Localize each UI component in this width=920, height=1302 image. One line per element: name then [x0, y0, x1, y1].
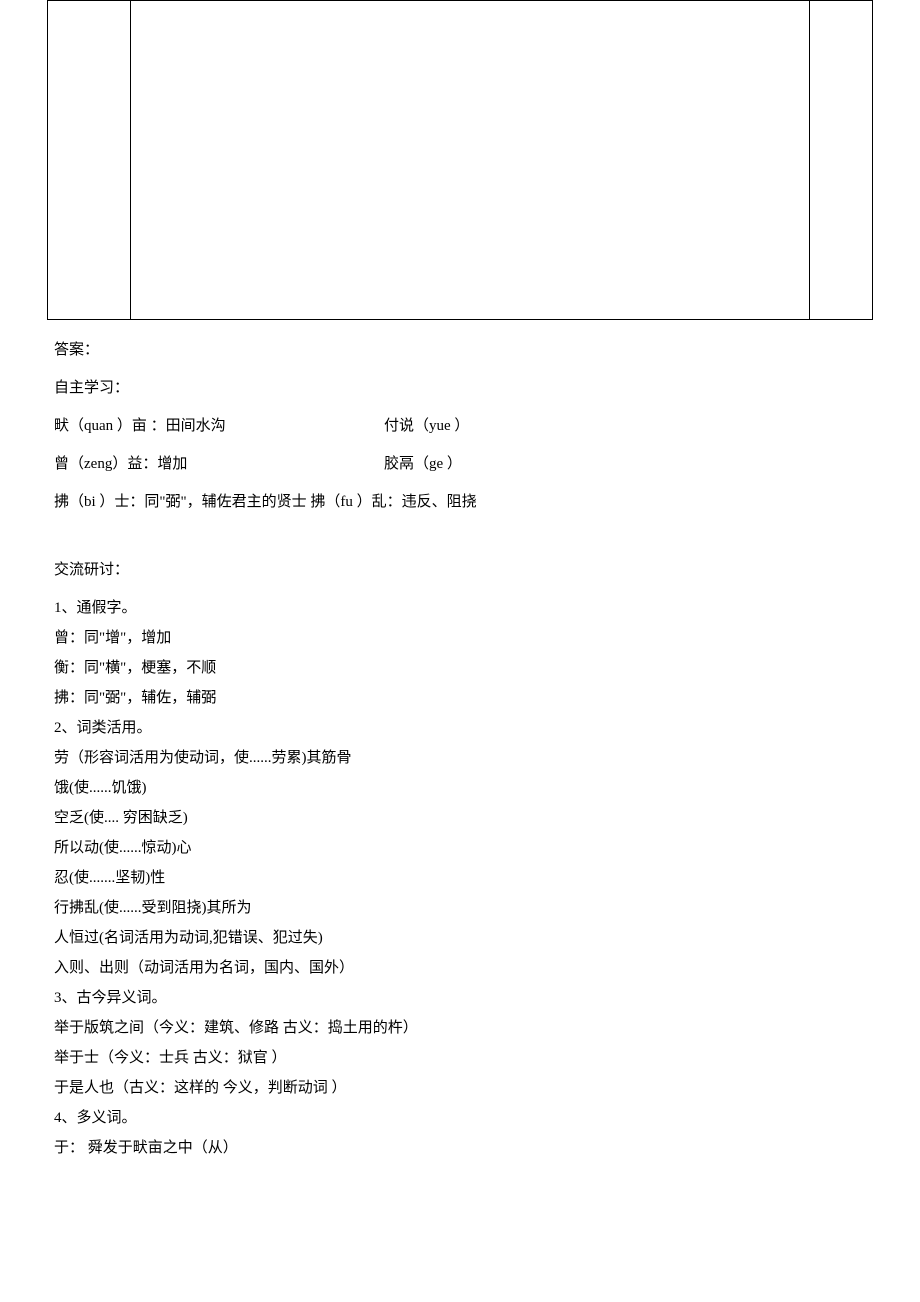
sec2-l3: 空乏(使.... 穷困缺乏): [54, 806, 866, 830]
sec2-l6: 行拂乱(使......受到阻挠)其所为: [54, 896, 866, 920]
sec2-l7: 人恒过(名词活用为动词,犯错误、犯过失): [54, 926, 866, 950]
section-4: 4、多义词。 于： 舜发于畎亩之中（从）: [54, 1106, 866, 1160]
self-study-row2-left: 曾（zeng）益：增加: [54, 452, 384, 476]
self-study-row2-right: 胶鬲（ge ）: [384, 452, 866, 476]
sec4-l1: 于： 舜发于畎亩之中（从）: [54, 1136, 866, 1160]
sec2-l5: 忍(使.......坚韧)性: [54, 866, 866, 890]
section-1: 1、通假字。 曾：同"增"，增加 衡：同"横"，梗塞，不顺 拂：同"弼"，辅佐，…: [54, 596, 866, 710]
sec1-title: 1、通假字。: [54, 596, 866, 620]
sec3-l3: 于是人也（古义：这样的 今义，判断动词 ）: [54, 1076, 866, 1100]
answer-header: 答案：: [54, 338, 866, 362]
sec1-l1: 曾：同"增"，增加: [54, 626, 866, 650]
sec2-l2: 饿(使......饥饿): [54, 776, 866, 800]
sec2-l1: 劳（形容词活用为使动词，使......劳累)其筋骨: [54, 746, 866, 770]
section-3: 3、古今异义词。 举于版筑之间（今义：建筑、修路 古义：捣土用的杵） 举于士（今…: [54, 986, 866, 1100]
table-cell-left: [48, 1, 131, 320]
table-cell-right: [810, 1, 873, 320]
sec2-l8: 入则、出则（动词活用为名词，国内、国外）: [54, 956, 866, 980]
self-study-row1-right: 付说（yue ）: [384, 414, 866, 438]
sec2-l4: 所以动(使......惊动)心: [54, 836, 866, 860]
self-study-row3: 拂（bi ）士：同"弼"，辅佐君主的贤士 拂（fu ）乱：违反、阻挠: [54, 490, 866, 514]
sec1-l3: 拂：同"弼"，辅佐，辅弼: [54, 686, 866, 710]
section-2: 2、词类活用。 劳（形容词活用为使动词，使......劳累)其筋骨 饿(使...…: [54, 716, 866, 980]
sec2-title: 2、词类活用。: [54, 716, 866, 740]
sec1-l2: 衡：同"横"，梗塞，不顺: [54, 656, 866, 680]
self-study-header: 自主学习：: [54, 376, 866, 400]
self-study-row2: 曾（zeng）益：增加 胶鬲（ge ）: [54, 452, 866, 476]
sec3-l2: 举于士（今义：士兵 古义：狱官 ）: [54, 1046, 866, 1070]
top-empty-table: [47, 0, 873, 320]
self-study-row1: 畎（quan ）亩 ：田间水沟 付说（yue ）: [54, 414, 866, 438]
sec3-l1: 举于版筑之间（今义：建筑、修路 古义：捣土用的杵）: [54, 1016, 866, 1040]
self-study-row1-left: 畎（quan ）亩 ：田间水沟: [54, 414, 384, 438]
sec3-title: 3、古今异义词。: [54, 986, 866, 1010]
discuss-header: 交流研讨：: [54, 558, 866, 582]
sec4-title: 4、多义词。: [54, 1106, 866, 1130]
table-cell-mid: [130, 1, 810, 320]
